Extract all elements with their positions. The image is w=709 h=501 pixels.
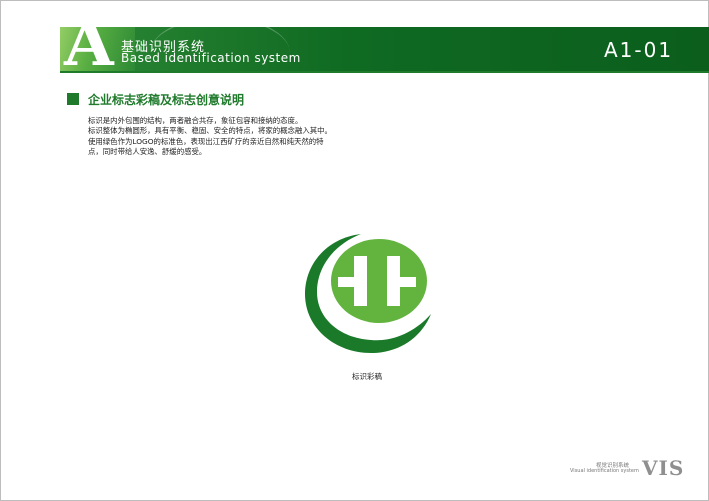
description-text: 标识是内外包围的结构，两者融合共存，象征包容和接纳的态度。 标识整体为椭圆形，具… [88,116,388,158]
description-line: 点，同时带给人安逸、舒缓的感受。 [88,147,207,157]
description-line: 标识是内外包围的结构，两者融合共存，象征包容和接纳的态度。 [88,116,303,125]
footer-en: Visual identification system [570,468,639,474]
logo-caption: 标识彩稿 [352,372,382,381]
footer-vis-mark: VIS [642,456,685,480]
header-title-en: Based identification system [121,51,301,65]
description-line: 使用绿色作为LOGO的标准色，表现出江西矿疗的亲近自然和纯天然的特 [88,136,324,146]
page-code: A1-01 [604,38,674,62]
section-title: 企业标志彩稿及标志创意说明 [88,93,245,107]
company-logo [305,234,431,353]
section-bullet-square [67,93,79,105]
description-line: 标识整体为椭圆形，具有平衡、稳固、安全的特点，将家的概念融入其中。 [88,126,332,136]
header-underline [60,71,709,73]
section-letter: A [64,6,114,81]
